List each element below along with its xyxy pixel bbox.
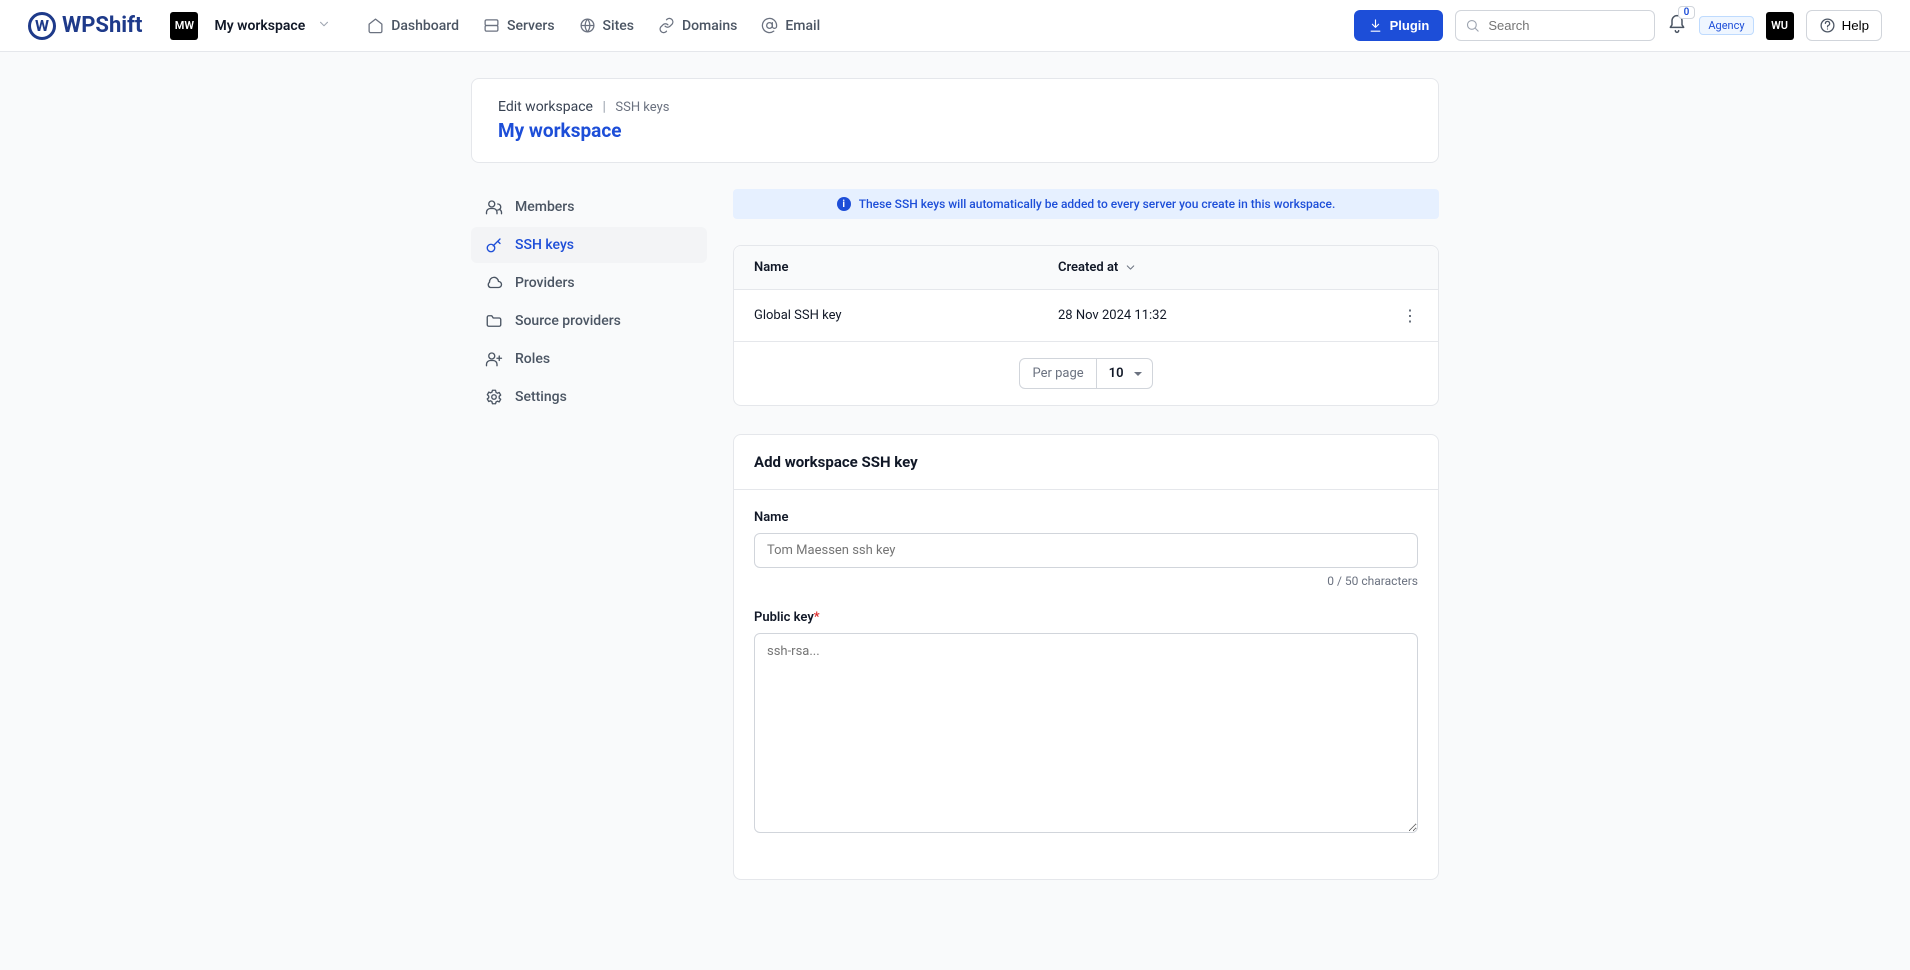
breadcrumb-subtitle: SSH keys: [615, 100, 669, 115]
gear-icon: [485, 388, 503, 406]
pagination: Per page 10: [734, 342, 1438, 405]
cloud-icon: [485, 274, 503, 292]
required-asterisk: *: [814, 610, 820, 625]
help-button-label: Help: [1842, 18, 1869, 33]
nav-dashboard[interactable]: Dashboard: [367, 17, 459, 34]
nav-servers[interactable]: Servers: [483, 17, 555, 34]
nav-email-label: Email: [785, 18, 820, 34]
publickey-textarea[interactable]: [754, 633, 1418, 833]
info-banner: i These SSH keys will automatically be a…: [733, 189, 1439, 219]
row-name: Global SSH key: [754, 308, 1058, 323]
home-icon: [367, 17, 384, 34]
workspace-selector-name[interactable]: My workspace: [214, 18, 305, 34]
ssh-keys-table-card: Name Created at Global SSH key 28 Nov 20…: [733, 245, 1439, 406]
breadcrumb: Edit workspace | SSH keys: [498, 99, 1412, 115]
column-header-name[interactable]: Name: [754, 260, 1058, 275]
server-icon: [483, 17, 500, 34]
form-body: Name 0 / 50 characters Public key*: [734, 490, 1438, 879]
add-ssh-key-form: Add workspace SSH key Name 0 / 50 charac…: [733, 434, 1439, 880]
sidebar-item-roles[interactable]: Roles: [471, 341, 707, 377]
main-container: Edit workspace | SSH keys My workspace M…: [455, 78, 1455, 880]
notification-count: 0: [1678, 6, 1696, 19]
column-header-created[interactable]: Created at: [1058, 260, 1378, 275]
nav-domains[interactable]: Domains: [658, 17, 737, 34]
info-banner-text: These SSH keys will automatically be add…: [859, 197, 1336, 211]
roles-icon: [485, 350, 503, 368]
link-icon: [658, 17, 675, 34]
sidebar-label-source-providers: Source providers: [515, 313, 621, 329]
sidebar-label-members: Members: [515, 199, 574, 215]
page-header-card: Edit workspace | SSH keys My workspace: [471, 78, 1439, 163]
main-content: i These SSH keys will automatically be a…: [733, 189, 1439, 880]
help-button[interactable]: Help: [1806, 10, 1882, 41]
form-group-name: Name 0 / 50 characters: [754, 510, 1418, 588]
sidebar-label-providers: Providers: [515, 275, 575, 291]
row-created: 28 Nov 2024 11:32: [1058, 308, 1378, 323]
nav-servers-label: Servers: [507, 18, 555, 34]
row-actions-menu[interactable]: ⋮: [1378, 306, 1418, 325]
nav-domains-label: Domains: [682, 18, 737, 34]
per-page-label: Per page: [1019, 358, 1096, 389]
brand-logo[interactable]: W WPShift: [28, 12, 142, 40]
table-row: Global SSH key 28 Nov 2024 11:32 ⋮: [734, 290, 1438, 342]
logo-icon: W: [28, 12, 56, 40]
form-title: Add workspace SSH key: [734, 435, 1438, 490]
sidebar-item-providers[interactable]: Providers: [471, 265, 707, 301]
sidebar-label-settings: Settings: [515, 389, 567, 405]
sidebar-item-ssh-keys[interactable]: SSH keys: [471, 227, 707, 263]
nav-right: Plugin 0 Agency WU Help: [1354, 10, 1882, 41]
column-header-actions: [1378, 260, 1418, 275]
nav-dashboard-label: Dashboard: [391, 18, 459, 34]
sidebar-label-roles: Roles: [515, 351, 550, 367]
publickey-label-text: Public key: [754, 610, 814, 625]
download-icon: [1368, 18, 1383, 33]
top-navigation: W WPShift MW My workspace Dashboard Serv…: [0, 0, 1910, 52]
globe-icon: [579, 17, 596, 34]
info-icon: i: [837, 197, 851, 211]
sidebar-item-members[interactable]: Members: [471, 189, 707, 225]
search-input[interactable]: [1455, 10, 1655, 41]
char-counter: 0 / 50 characters: [754, 574, 1418, 588]
form-group-publickey: Public key*: [754, 610, 1418, 837]
column-header-created-label: Created at: [1058, 260, 1118, 275]
search-icon: [1465, 18, 1480, 33]
plugin-button-label: Plugin: [1390, 18, 1430, 33]
sort-icon: [1124, 261, 1137, 274]
page-title: My workspace: [498, 119, 1412, 142]
content-layout: Members SSH keys Providers Source provid…: [471, 189, 1439, 880]
user-avatar[interactable]: WU: [1766, 12, 1794, 40]
nav-sites-label: Sites: [603, 18, 634, 34]
settings-sidebar: Members SSH keys Providers Source provid…: [471, 189, 707, 880]
per-page-select[interactable]: 10: [1097, 358, 1153, 389]
name-label: Name: [754, 510, 1418, 525]
chevron-down-icon[interactable]: [317, 17, 331, 35]
sidebar-item-settings[interactable]: Settings: [471, 379, 707, 415]
users-icon: [485, 198, 503, 216]
search-box: [1455, 10, 1655, 41]
nav-email[interactable]: Email: [761, 17, 820, 34]
sidebar-label-ssh-keys: SSH keys: [515, 237, 574, 253]
nav-sites[interactable]: Sites: [579, 17, 634, 34]
notifications-button[interactable]: 0: [1667, 14, 1687, 38]
folder-icon: [485, 312, 503, 330]
key-icon: [485, 236, 503, 254]
plugin-button[interactable]: Plugin: [1354, 10, 1444, 41]
table-header: Name Created at: [734, 246, 1438, 290]
breadcrumb-title: Edit workspace: [498, 99, 593, 115]
nav-links: Dashboard Servers Sites Domains Email: [367, 17, 820, 34]
agency-badge[interactable]: Agency: [1699, 16, 1753, 35]
help-icon: [1819, 17, 1836, 34]
publickey-label: Public key*: [754, 610, 1418, 625]
breadcrumb-separator: |: [602, 99, 605, 115]
workspace-badge: MW: [170, 12, 198, 40]
at-icon: [761, 17, 778, 34]
brand-name: WPShift: [62, 13, 142, 38]
name-input[interactable]: [754, 533, 1418, 568]
sidebar-item-source-providers[interactable]: Source providers: [471, 303, 707, 339]
